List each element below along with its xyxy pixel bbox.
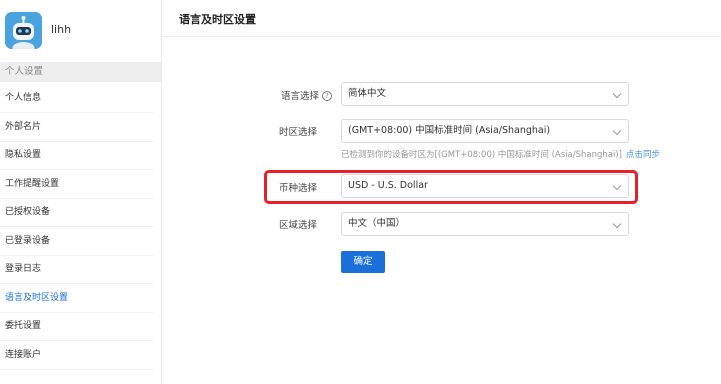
timezone-select[interactable]: (GMT+08:00) 中国标准时间 (Asia/Shanghai) [341,119,629,143]
region-select-value: 中文（中国） [348,218,406,229]
language-label: 语言选择? [262,88,332,102]
avatar[interactable] [5,12,42,49]
page-title: 语言及时区设置 [179,13,256,26]
help-icon[interactable]: ? [322,91,332,101]
sidebar-item-authorized-devices[interactable]: 已授权设备 [0,198,153,227]
timezone-label: 时区选择 [278,127,317,138]
username: lihh [51,23,72,36]
language-select[interactable]: 简体中文 [341,82,629,106]
currency-highlight-annotation [264,170,638,204]
sidebar-item-connected-accounts[interactable]: 连接账户 [0,341,153,370]
sidebar-item-delegation[interactable]: 委托设置 [0,312,153,341]
sidebar-item-language-timezone[interactable]: 语言及时区设置 [0,284,153,313]
region-select[interactable]: 中文（中国） [341,212,629,236]
main-content: 语言及时区设置 语言选择? 简体中文 时区选择 (GMT+08:00) 中国标准… [162,0,721,384]
chevron-down-icon [612,219,622,229]
title-divider [162,36,721,37]
sidebar-item-external-card[interactable]: 外部名片 [0,113,153,142]
chevron-down-icon [612,126,622,136]
sidebar: lihh 个人设置 个人信息 外部名片 隐私设置 工作提醒设置 已授权设备 已登… [0,0,162,384]
language-label-text: 语言选择 [280,91,319,102]
sidebar-item-privacy[interactable]: 隐私设置 [0,141,153,170]
region-label: 区域选择 [278,220,317,231]
sidebar-item-login-log[interactable]: 登录日志 [0,255,153,284]
sync-timezone-link[interactable]: 点击同步 [626,150,660,160]
robot-avatar-icon [5,12,42,49]
timezone-hint: 已检测到你的设备时区为[(GMT+08:00) 中国标准时间 (Asia/Sha… [341,148,660,160]
timezone-hint-text: 已检测到你的设备时区为[(GMT+08:00) 中国标准时间 (Asia/Sha… [341,150,622,160]
sidebar-item-work-reminders[interactable]: 工作提醒设置 [0,170,153,199]
timezone-select-value: (GMT+08:00) 中国标准时间 (Asia/Shanghai) [348,125,551,136]
sidebar-item-logged-in-devices[interactable]: 已登录设备 [0,227,153,256]
chevron-down-icon [612,89,622,99]
section-header-personal-settings: 个人设置 [0,62,161,82]
sidebar-item-personal-info[interactable]: 个人信息 [0,84,153,113]
confirm-button[interactable]: 确定 [341,251,385,273]
user-profile: lihh [0,0,161,62]
language-select-value: 简体中文 [348,88,387,99]
